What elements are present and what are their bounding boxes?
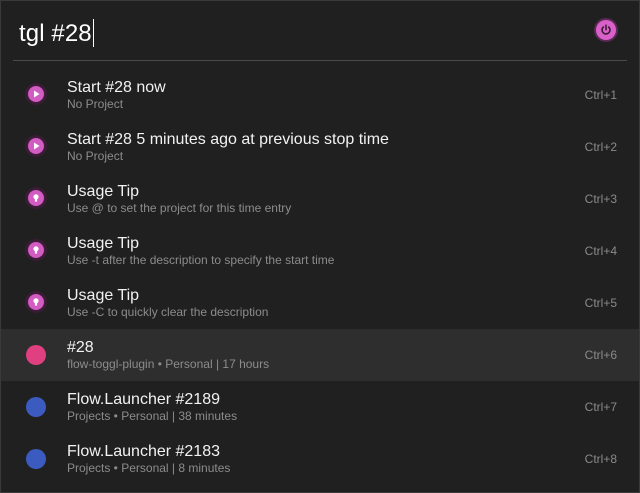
result-title: Start #28 5 minutes ago at previous stop…: [67, 131, 389, 148]
result-title: Flow.Launcher #2189: [67, 391, 220, 408]
result-row[interactable]: Flow.Launcher #2183 Projects • Personal |…: [1, 433, 639, 485]
project-color-dot-icon: [26, 449, 46, 469]
results-list: Start #28 now No Project Ctrl+1 Start #28 5…: [1, 69, 639, 485]
text-caret: [92, 19, 94, 47]
result-title: Start #28 now: [67, 79, 166, 96]
result-subtitle: flow-toggl-plugin • Personal | 17 hours: [67, 357, 270, 371]
query-divider: [13, 60, 627, 61]
play-icon: [25, 135, 47, 157]
lightbulb-icon: [25, 291, 47, 313]
query-bar[interactable]: tgl #28: [1, 1, 639, 60]
lightbulb-icon: [25, 239, 47, 261]
result-hotkey: Ctrl+8: [584, 452, 617, 466]
result-subtitle: Projects • Personal | 38 minutes: [67, 409, 238, 423]
lightbulb-icon: [25, 187, 47, 209]
result-hotkey: Ctrl+5: [584, 296, 617, 310]
result-subtitle: Projects • Personal | 8 minutes: [67, 461, 231, 475]
project-color-dot-icon: [26, 397, 46, 417]
result-row[interactable]: Usage Tip Use @ to set the project for th…: [1, 173, 639, 225]
result-hotkey: Ctrl+6: [584, 348, 617, 362]
result-hotkey: Ctrl+1: [584, 88, 617, 102]
search-input[interactable]: tgl #28: [19, 19, 94, 49]
result-subtitle: Use -C to quickly clear the description: [67, 305, 269, 319]
result-hotkey: Ctrl+3: [584, 192, 617, 206]
result-title: Usage Tip: [67, 183, 140, 200]
result-row[interactable]: Start #28 now No Project Ctrl+1: [1, 69, 639, 121]
result-row[interactable]: Start #28 5 minutes ago at previous stop…: [1, 121, 639, 173]
result-row[interactable]: Usage Tip Use -t after the description to…: [1, 225, 639, 277]
result-row[interactable]: Flow.Launcher #2189 Projects • Personal |…: [1, 381, 639, 433]
result-subtitle: No Project: [67, 149, 124, 163]
power-icon[interactable]: [596, 20, 616, 40]
result-row[interactable]: #28 flow-toggl-plugin • Personal | 17 hou…: [1, 329, 639, 381]
result-hotkey: Ctrl+7: [584, 400, 617, 414]
play-icon: [25, 83, 47, 105]
result-hotkey: Ctrl+4: [584, 244, 617, 258]
result-hotkey: Ctrl+2: [584, 140, 617, 154]
result-subtitle: Use -t after the description to specify …: [67, 253, 335, 267]
query-text: tgl #28: [19, 20, 92, 47]
result-title: Flow.Launcher #2183: [67, 443, 220, 460]
result-title: Usage Tip: [67, 287, 140, 304]
result-title: Usage Tip: [67, 235, 140, 252]
result-subtitle: No Project: [67, 97, 124, 111]
result-subtitle: Use @ to set the project for this time e…: [67, 201, 292, 215]
result-title: #28: [67, 339, 94, 356]
result-row[interactable]: Usage Tip Use -C to quickly clear the des…: [1, 277, 639, 329]
project-color-dot-icon: [26, 345, 46, 365]
launcher-window: tgl #28 Start #28 now No Project Ctrl+1 Sta…: [0, 0, 640, 493]
